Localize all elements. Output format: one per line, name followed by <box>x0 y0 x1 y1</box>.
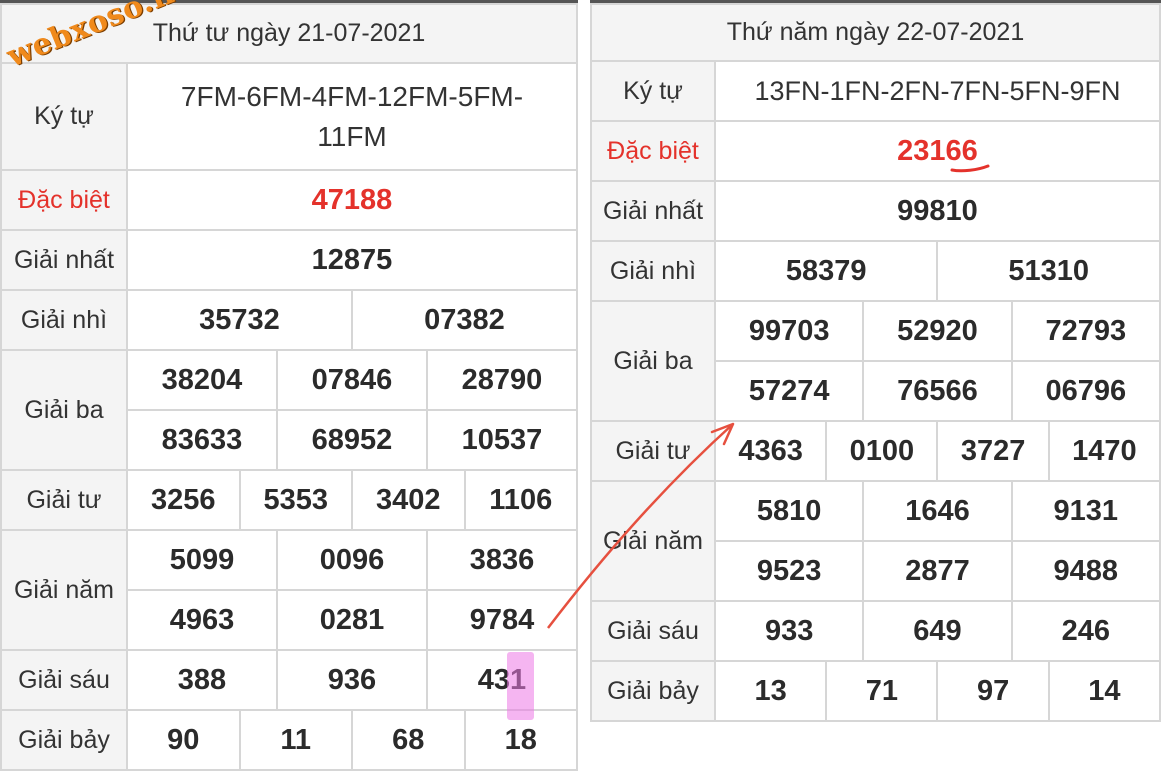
giai-tu-label: Giải tư <box>590 420 716 482</box>
giai-tu-value: 4363 <box>713 420 828 482</box>
giai-ba-value: 72793 <box>1010 300 1162 362</box>
giai-nam-value: 9488 <box>1010 540 1162 602</box>
giai-nhat-value: 99810 <box>714 180 1161 242</box>
giai-nhi-value: 58379 <box>713 240 939 302</box>
giai-nam-value: 9131 <box>1010 480 1162 542</box>
giai-ba-value: 52920 <box>862 300 1013 362</box>
ky-tu-label: Ký tự <box>0 62 128 171</box>
giai-tu-value: 3727 <box>936 420 1050 482</box>
giai-nam-value: 5099 <box>126 529 278 591</box>
giai-tu-value: 1470 <box>1047 420 1162 482</box>
giai-bay-value: 11 <box>238 709 353 771</box>
giai-ba-value: 10537 <box>426 409 578 471</box>
giai-sau-label: Giải sáu <box>590 600 716 662</box>
giai-bay-value: 71 <box>825 660 939 722</box>
giai-tu-value: 5353 <box>238 469 353 531</box>
giai-ba-value: 99703 <box>713 300 865 362</box>
dac-biet-value: 23166 <box>714 120 1161 182</box>
giai-tu-value: 3256 <box>126 469 241 531</box>
giai-tu-value: 3402 <box>351 469 466 531</box>
giai-nam-value: 2877 <box>862 540 1013 602</box>
highlight-marker <box>507 652 534 720</box>
giai-bay-value: 13 <box>713 660 828 722</box>
giai-bay-value: 97 <box>936 660 1050 722</box>
giai-sau-value: 936 <box>276 649 428 711</box>
giai-ba-value: 76566 <box>862 360 1013 422</box>
giai-tu-value: 0100 <box>825 420 939 482</box>
giai-nhi-value: 07382 <box>351 289 578 351</box>
table-header-date: Thứ năm ngày 22-07-2021 <box>590 3 1161 62</box>
giai-tu-label: Giải tư <box>0 469 128 531</box>
giai-bay-label: Giải bảy <box>590 660 716 722</box>
giai-ba-label: Giải ba <box>0 349 128 471</box>
giai-nhi-value: 51310 <box>936 240 1161 302</box>
giai-nhi-label: Giải nhì <box>0 289 128 351</box>
results-table-right: Thứ năm ngày 22-07-2021 Ký tự 13FN-1FN-2… <box>590 0 1162 722</box>
ky-tu-line-1: 7FM-6FM-4FM-12FM-5FM- <box>180 80 524 112</box>
giai-ba-value: 68952 <box>276 409 428 471</box>
giai-sau-value: 246 <box>1010 600 1162 662</box>
giai-ba-label: Giải ba <box>590 300 716 422</box>
giai-nam-label: Giải năm <box>0 529 128 651</box>
ky-tu-line-2: 11FM <box>317 120 387 152</box>
giai-nam-value: 1646 <box>862 480 1013 542</box>
giai-nam-value: 3836 <box>426 529 578 591</box>
giai-nam-value: 5810 <box>713 480 865 542</box>
giai-nhi-label: Giải nhì <box>590 240 716 302</box>
giai-nam-value: 9784 <box>426 589 578 651</box>
results-table-left: Thứ tư ngày 21-07-2021 Ký tự 7FM-6FM-4FM… <box>0 0 578 771</box>
giai-sau-value: 649 <box>862 600 1013 662</box>
giai-sau-value: 431 <box>426 649 578 711</box>
giai-nhat-value: 12875 <box>126 229 578 291</box>
giai-ba-value: 06796 <box>1010 360 1162 422</box>
giai-ba-value: 83633 <box>126 409 278 471</box>
giai-sau-label: Giải sáu <box>0 649 128 711</box>
dac-biet-value: 47188 <box>126 169 578 231</box>
giai-bay-value: 14 <box>1047 660 1162 722</box>
giai-nam-value: 9523 <box>713 540 865 602</box>
giai-ba-value: 57274 <box>713 360 865 422</box>
ky-tu-value: 13FN-1FN-2FN-7FN-5FN-9FN <box>714 60 1161 122</box>
giai-nam-value: 4963 <box>126 589 278 651</box>
giai-bay-label: Giải bảy <box>0 709 128 771</box>
giai-tu-value: 1106 <box>463 469 578 531</box>
giai-bay-value: 68 <box>351 709 466 771</box>
giai-bay-value: 90 <box>126 709 241 771</box>
giai-nam-value: 0281 <box>276 589 428 651</box>
dac-biet-label: Đặc biệt <box>0 169 128 231</box>
ky-tu-label: Ký tự <box>590 60 716 122</box>
dac-biet-label: Đặc biệt <box>590 120 716 182</box>
giai-nam-label: Giải năm <box>590 480 716 602</box>
giai-ba-value: 07846 <box>276 349 428 411</box>
giai-ba-value: 38204 <box>126 349 278 411</box>
giai-nhat-label: Giải nhất <box>0 229 128 291</box>
giai-ba-value: 28790 <box>426 349 578 411</box>
giai-sau-value: 933 <box>713 600 865 662</box>
ky-tu-value: 7FM-6FM-4FM-12FM-5FM- 11FM <box>126 62 578 171</box>
giai-nhat-label: Giải nhất <box>590 180 716 242</box>
giai-sau-value: 388 <box>126 649 278 711</box>
giai-nhi-value: 35732 <box>126 289 353 351</box>
giai-nam-value: 0096 <box>276 529 428 591</box>
